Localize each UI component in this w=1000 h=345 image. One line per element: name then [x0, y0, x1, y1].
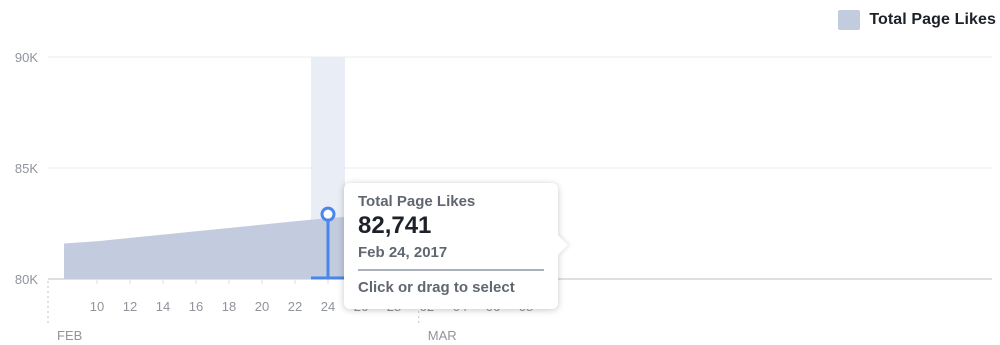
x-tick-label: 10 [90, 299, 104, 314]
x-tick-label: 24 [321, 299, 335, 314]
legend-swatch [838, 10, 861, 30]
legend[interactable]: Total Page Likes [838, 10, 996, 30]
tooltip: Total Page Likes 82,741 Feb 24, 2017 Cli… [344, 183, 558, 309]
month-label: MAR [428, 328, 457, 343]
x-tick-label: 16 [189, 299, 203, 314]
tooltip-hint: Click or drag to select [358, 279, 515, 296]
tooltip-value: 82,741 [358, 212, 432, 239]
y-tick-label: 80K [15, 272, 38, 287]
x-tick-label: 18 [222, 299, 236, 314]
x-tick-label: 20 [255, 299, 269, 314]
y-tick-label: 90K [15, 50, 38, 65]
tooltip-date: Feb 24, 2017 [358, 244, 544, 271]
legend-label: Total Page Likes [869, 11, 996, 28]
y-axis-ticks: 80K 85K 90K [15, 50, 38, 287]
x-tick-label: 12 [123, 299, 137, 314]
month-label: FEB [57, 328, 82, 343]
y-tick-label: 85K [15, 161, 38, 176]
x-tick-label: 22 [288, 299, 302, 314]
marker-point[interactable] [320, 206, 336, 222]
x-tick-label: 14 [156, 299, 170, 314]
tooltip-series-name: Total Page Likes [358, 193, 476, 210]
